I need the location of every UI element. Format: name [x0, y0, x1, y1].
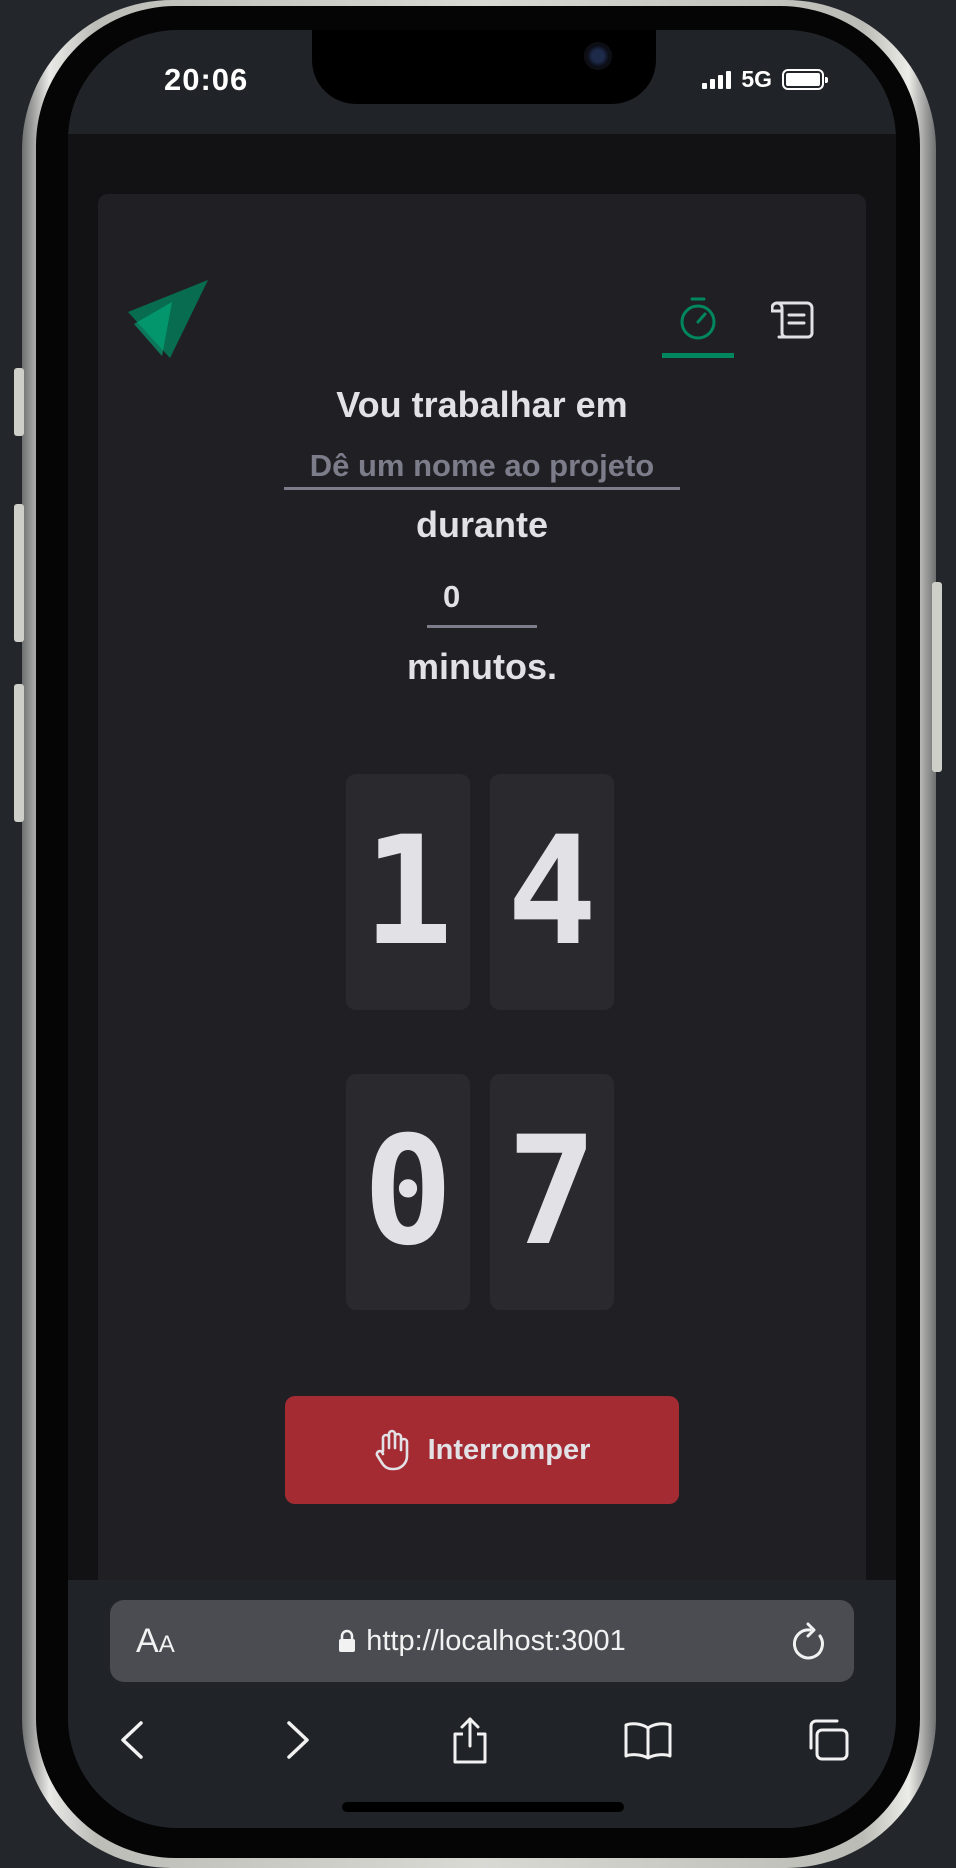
- logo-icon: [128, 280, 208, 358]
- volume-down-button: [14, 684, 24, 822]
- camera-icon: [584, 42, 612, 70]
- address-bar[interactable]: AA http://localhost:3001: [110, 1600, 854, 1682]
- timer-icon: [680, 297, 716, 339]
- reload-icon[interactable]: [788, 1620, 828, 1662]
- header-nav: [662, 284, 830, 358]
- tabs-button[interactable]: [798, 1710, 858, 1770]
- phone-screen: 20:06 5G Vou trabalhar em Dê um nome ao …: [68, 30, 896, 1828]
- back-button[interactable]: [102, 1710, 162, 1770]
- home-indicator: [342, 1802, 624, 1812]
- project-name-input[interactable]: [284, 444, 680, 490]
- app-container: Vou trabalhar em durante minutos. 1 4 0 …: [98, 194, 866, 1594]
- minutes-input[interactable]: [427, 568, 537, 628]
- nav-timer[interactable]: [662, 284, 734, 358]
- power-button: [932, 582, 942, 772]
- battery-icon: [782, 69, 828, 90]
- browser-toolbar: [68, 1710, 896, 1780]
- share-button[interactable]: [440, 1710, 500, 1770]
- share-icon: [453, 1717, 487, 1764]
- interrupt-button[interactable]: Interromper: [285, 1396, 679, 1504]
- countdown-digit: 1: [346, 774, 470, 1010]
- countdown-digit: 7: [490, 1074, 614, 1310]
- network-type: 5G: [741, 66, 772, 92]
- scroll-icon: [771, 301, 814, 338]
- web-page: Vou trabalhar em durante minutos. 1 4 0 …: [68, 134, 896, 1594]
- notch: [312, 30, 656, 104]
- silent-switch: [14, 368, 24, 436]
- chevron-left-icon: [121, 1721, 143, 1759]
- volume-up-button: [14, 504, 24, 642]
- task-form: Vou trabalhar em durante minutos.: [98, 384, 866, 688]
- label-minutes: minutos.: [407, 646, 557, 687]
- lock-icon: [339, 1629, 356, 1652]
- countdown-digit: 0: [346, 1074, 470, 1310]
- interrupt-button-label: Interromper: [427, 1433, 591, 1466]
- url-display: http://localhost:3001: [110, 1600, 854, 1682]
- label-during: durante: [415, 504, 548, 545]
- url-text: http://localhost:3001: [366, 1624, 626, 1657]
- status-icons: 5G: [702, 66, 828, 93]
- chevron-right-icon: [287, 1721, 309, 1759]
- nav-history[interactable]: [758, 284, 830, 358]
- hand-palm-icon: [375, 1429, 408, 1471]
- label-working-on: Vou trabalhar em: [336, 384, 628, 425]
- tabs-icon: [809, 1719, 849, 1761]
- book-icon: [624, 1722, 672, 1760]
- signal-icon: [702, 70, 732, 89]
- browser-chrome: AA http://localhost:3001: [68, 1580, 896, 1828]
- status-time: 20:06: [164, 62, 249, 97]
- countdown-seconds: 0 7: [346, 1074, 614, 1310]
- countdown-minutes: 1 4: [346, 774, 614, 1010]
- forward-button[interactable]: [268, 1710, 328, 1770]
- bookmarks-button[interactable]: [618, 1710, 678, 1770]
- countdown-digit: 4: [490, 774, 614, 1010]
